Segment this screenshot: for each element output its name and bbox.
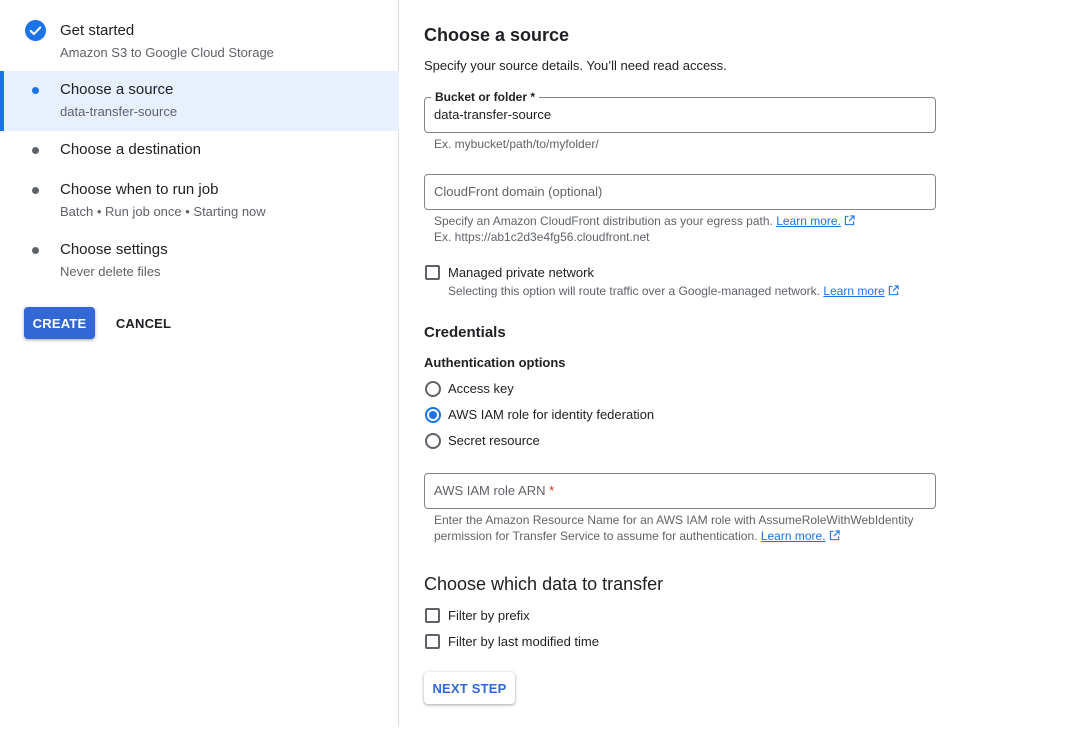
check-circle-icon [25,20,46,41]
step-title: Choose when to run job [60,181,219,198]
dot-icon [32,247,39,254]
dot-icon [32,187,39,194]
dot-icon [32,147,39,154]
private-network-hint: Selecting this option will route traffic… [448,284,899,299]
cloudfront-placeholder: CloudFront domain (optional) [434,184,603,199]
step-subtitle: data-transfer-source [60,104,178,119]
step-get-started[interactable]: Get started Amazon S3 to Google Cloud St… [0,0,399,70]
auth-options-heading: Authentication options [424,355,566,370]
access-key-radio[interactable] [425,381,441,397]
bucket-hint: Ex. mybucket/path/to/myfolder/ [434,137,599,151]
bucket-field-label: Bucket or folder * [431,89,540,105]
step-title: Choose settings [60,241,168,258]
arn-learn-more-link[interactable]: Learn more. [761,529,826,543]
data-filter-heading: Choose which data to transfer [424,574,664,594]
private-network-learn-more-link[interactable]: Learn more [823,284,884,298]
private-network-checkbox[interactable] [425,265,440,280]
external-link-icon [888,285,899,296]
step-title: Choose a source [60,81,174,98]
step-subtitle: Amazon S3 to Google Cloud Storage [60,45,274,60]
required-marker: * [549,483,555,498]
aws-iam-role-arn-field[interactable]: AWS IAM role ARN * [424,473,936,509]
external-link-icon [829,530,840,541]
step-subtitle: Batch • Run job once • Starting now [60,204,266,219]
external-link-icon [844,215,855,226]
bucket-input[interactable] [434,107,924,122]
secret-resource-radio[interactable] [425,433,441,449]
stepper-panel: Get started Amazon S3 to Google Cloud St… [0,0,399,727]
page-title: Choose a source [424,25,570,45]
aws-iam-role-label: AWS IAM role for identity federation [448,407,655,422]
source-form: Choose a source Specify your source deta… [400,0,1070,748]
page-subtitle: Specify your source details. You’ll need… [424,58,727,73]
filter-prefix-checkbox[interactable] [425,608,440,623]
step-title: Get started [60,22,135,39]
arn-hint-line1: Enter the Amazon Resource Name for an AW… [434,513,914,527]
filter-modified-label: Filter by last modified time [448,634,599,649]
filter-modified-checkbox[interactable] [425,634,440,649]
step-choose-when[interactable]: Choose when to run job Batch • Run job o… [0,171,399,231]
secret-resource-label: Secret resource [448,433,540,448]
arn-placeholder: AWS IAM role ARN * [434,483,554,498]
cloudfront-field[interactable]: CloudFront domain (optional) [424,174,936,210]
arn-hint-text: permission for Transfer Service to assum… [434,529,758,543]
cloudfront-learn-more-link[interactable]: Learn more. [776,214,841,228]
step-choose-destination[interactable]: Choose a destination [0,131,399,171]
step-choose-settings[interactable]: Choose settings Never delete files [0,231,399,291]
credentials-heading: Credentials [424,324,506,341]
bucket-field[interactable]: Bucket or folder * [424,89,936,133]
private-network-label: Managed private network [448,265,594,280]
arn-placeholder-text: AWS IAM role ARN [434,483,546,498]
create-button[interactable]: CREATE [24,307,95,339]
step-choose-source[interactable]: Choose a source data-transfer-source [0,71,399,131]
cancel-button[interactable]: CANCEL [107,307,180,339]
cloudfront-example: Ex. https://ab1c2d3e4fg56.cloudfront.net [434,230,650,244]
transfer-job-page: Get started Amazon S3 to Google Cloud St… [0,0,1070,748]
dot-icon [32,87,39,94]
access-key-label: Access key [448,381,514,396]
filter-prefix-label: Filter by prefix [448,608,530,623]
next-step-button[interactable]: NEXT STEP [424,672,515,704]
cloudfront-hint-text: Specify an Amazon CloudFront distributio… [434,214,773,228]
private-network-hint-text: Selecting this option will route traffic… [448,284,820,298]
step-subtitle: Never delete files [60,264,161,279]
step-title: Choose a destination [60,141,201,158]
aws-iam-role-radio[interactable] [425,407,441,423]
cloudfront-hint: Specify an Amazon CloudFront distributio… [434,214,855,229]
arn-hint-line2: permission for Transfer Service to assum… [434,529,840,544]
